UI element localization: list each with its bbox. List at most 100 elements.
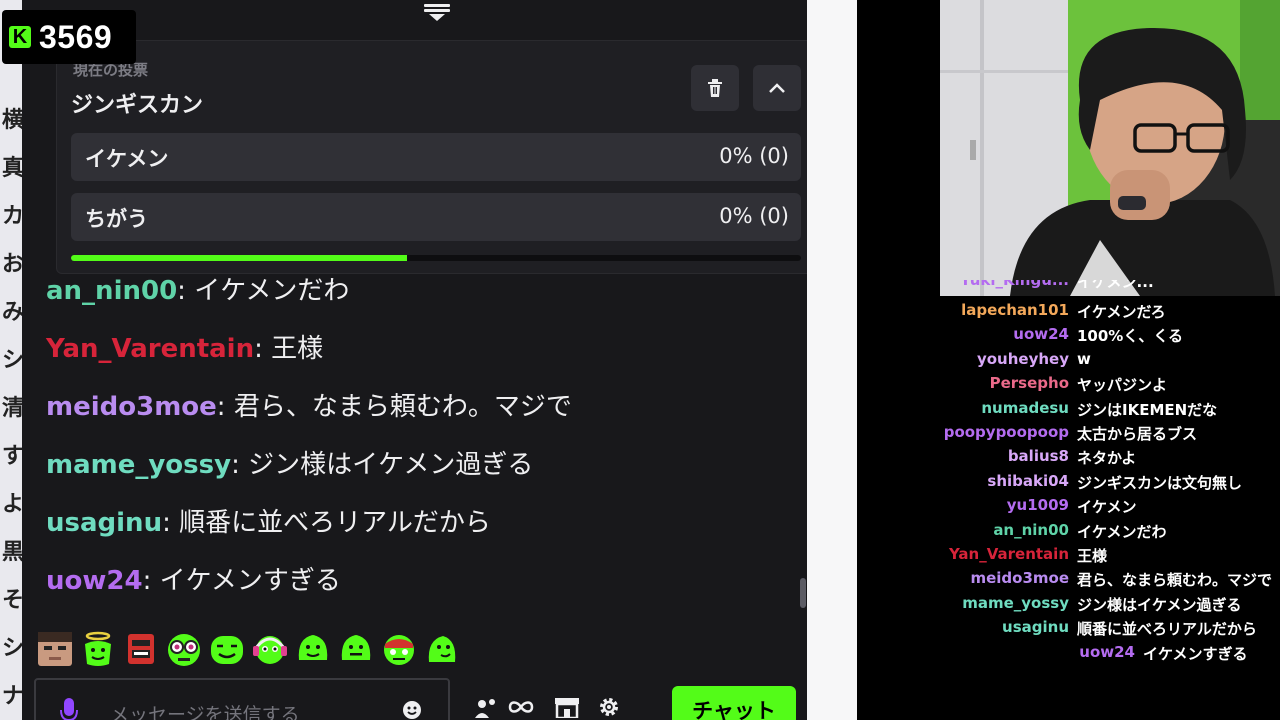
overlay-text: ジンはIKEMENだな	[1077, 400, 1218, 419]
background-page-strip: 横真カおみシ清すよ黒そシナ	[0, 0, 22, 720]
overlay-username: numadesu	[981, 398, 1069, 417]
overlay-text: イケメンだわ	[1077, 522, 1167, 541]
poll-option[interactable]: イケメン 0% (0)	[71, 133, 801, 181]
gear-icon[interactable]	[598, 696, 620, 718]
overlay-username: meido3moe	[970, 569, 1069, 588]
background-glyph: シ	[2, 636, 22, 661]
poll-option-label: イケメン	[85, 147, 169, 171]
emote-picker-icon[interactable]	[402, 700, 422, 720]
poll-delete-button[interactable]	[691, 65, 739, 111]
overlay-chat-message: yu1009 イケメン	[857, 496, 1280, 518]
chat-username[interactable]: uow24	[46, 566, 143, 596]
chat-separator: :	[216, 392, 234, 422]
chat-username[interactable]: Yan_Varentain	[46, 334, 254, 364]
emote-green-halo[interactable]	[79, 630, 117, 668]
background-glyph: カ	[2, 204, 22, 229]
chat-message: meido3moe: 君ら、なまら頼むわ。マジで	[46, 386, 572, 423]
overlay-chat-message: uow24 イケメンすぎる	[857, 643, 1280, 665]
chat-panel: 現在の投票 ジンギスカン イケメン 0% (0) ちがう 0% (0) an_n…	[22, 0, 807, 720]
chat-text: ジン様はイケメン過ぎる	[248, 450, 534, 480]
send-chat-button[interactable]: チャット	[672, 686, 796, 720]
chevron-up-icon	[769, 83, 785, 93]
background-glyph: お	[2, 252, 22, 277]
overlay-text: 太古から居るブス	[1077, 425, 1198, 443]
infinity-icon[interactable]	[506, 699, 536, 715]
emote-green-blob[interactable]	[337, 630, 375, 668]
chat-text: イケメンすぎる	[159, 566, 341, 596]
chat-text: 順番に並べろリアルだから	[179, 508, 491, 538]
chat-message: mame_yossy: ジン様はイケメン過ぎる	[46, 444, 533, 481]
background-glyph: シ	[2, 348, 22, 373]
message-input[interactable]: メッセージを送信する	[34, 678, 450, 720]
overlay-username: balius8	[1007, 447, 1069, 466]
emote-bar	[36, 630, 461, 670]
overlay-username: shibaki04	[987, 471, 1069, 490]
emote-face[interactable]	[36, 630, 74, 668]
chat-separator: :	[231, 450, 249, 480]
overlay-username: lapechan101	[961, 301, 1069, 319]
overlay-text: 君ら、なまら頼むわ。マジで	[1077, 571, 1273, 590]
overlay-chat-message: lapechan101 イケメンだろ	[857, 301, 1280, 323]
poll-option-label: ちがう	[85, 207, 148, 231]
overlay-username: poopypoopoop	[943, 423, 1069, 441]
poll-option[interactable]: ちがう 0% (0)	[71, 193, 801, 241]
overlay-username: usaginu	[1002, 618, 1069, 637]
overlay-username: Yuki_Kingu...	[959, 280, 1069, 289]
overlay-chat-message: meido3moe 君ら、なまら頼むわ。マジで	[857, 569, 1280, 591]
chat-text: 君ら、なまら頼むわ。マジで	[233, 392, 572, 422]
overlay-chat-message: usaginu 順番に並べろリアルだから	[857, 618, 1280, 640]
background-glyph: す	[2, 444, 22, 469]
chat-tool-icons	[474, 696, 620, 718]
overlay-chat-cut-line: Yuki_Kingu... イケメン...	[857, 280, 1280, 294]
message-input-placeholder: メッセージを送信する	[110, 704, 300, 720]
webcam-feed	[940, 0, 1280, 296]
chat-text: イケメンだわ	[194, 276, 350, 306]
overlay-text: w	[1077, 349, 1091, 368]
background-glyph: そ	[2, 588, 22, 613]
poll-title: ジンギスカン	[71, 93, 204, 118]
poll-card: 現在の投票 ジンギスカン イケメン 0% (0) ちがう 0% (0)	[56, 40, 807, 274]
overlay-username: Yan_Varentain	[948, 545, 1069, 563]
mic-icon[interactable]	[60, 698, 78, 720]
overlay-chat-message: shibaki04 ジンギスカンは文句無し	[857, 472, 1280, 494]
overlay-chat-message: poopypoopoop 太古から居るブス	[857, 423, 1280, 445]
overlay-text: ジン様はイケメン過ぎる	[1077, 595, 1242, 614]
poll-option-result: 0% (0)	[719, 204, 789, 228]
emote-red-box[interactable]	[122, 630, 160, 668]
overlay-chat: Yuki_Kingu... イケメン... lapechan101 イケメンだろ uow…	[857, 280, 1280, 720]
poll-collapse-button[interactable]	[753, 65, 801, 111]
overlay-chat-message: mame_yossy ジン様はイケメン過ぎる	[857, 594, 1280, 616]
emote-green-red[interactable]	[380, 630, 418, 668]
emote-green-glasses[interactable]	[165, 630, 203, 668]
overlay-text: イケメンだろ	[1077, 303, 1166, 321]
background-glyph: 黒	[2, 540, 22, 565]
overlay-text: ネタかよ	[1077, 449, 1137, 468]
trash-icon	[708, 79, 722, 97]
chat-username[interactable]: meido3moe	[46, 392, 217, 422]
overlay-text: イケメン	[1077, 498, 1137, 517]
drag-handle-icon[interactable]	[424, 2, 450, 26]
emote-green-side[interactable]	[423, 630, 461, 668]
viewer-count-badge: K 3569	[2, 10, 136, 64]
emote-green-headphones[interactable]	[251, 630, 289, 668]
chat-scrollbar[interactable]	[800, 578, 806, 608]
chat-username[interactable]: an_nin00	[46, 276, 177, 306]
chat-separator: :	[142, 566, 160, 596]
overlay-text: イケメンすぎる	[1143, 644, 1248, 663]
overlay-text: イケメン...	[1077, 280, 1154, 291]
people-icon[interactable]	[474, 696, 502, 718]
store-icon[interactable]	[554, 696, 580, 718]
overlay-chat-message: balius8 ネタかよ	[857, 447, 1280, 469]
chat-message: uow24: イケメンすぎる	[46, 560, 341, 597]
chat-message: Yan_Varentain: 王様	[46, 328, 323, 365]
chat-text: 王様	[271, 334, 324, 364]
emote-green-smile[interactable]	[208, 630, 246, 668]
emote-green-blob[interactable]	[294, 630, 332, 668]
chat-message: usaginu: 順番に並べろリアルだから	[46, 502, 491, 539]
overlay-text: 王様	[1077, 547, 1108, 565]
overlay-username: yu1009	[1006, 496, 1069, 515]
overlay-chat-message: Persepho ヤッパジンよ	[857, 374, 1280, 396]
chat-username[interactable]: usaginu	[46, 508, 162, 538]
chat-separator: :	[177, 276, 195, 306]
chat-username[interactable]: mame_yossy	[46, 450, 231, 480]
